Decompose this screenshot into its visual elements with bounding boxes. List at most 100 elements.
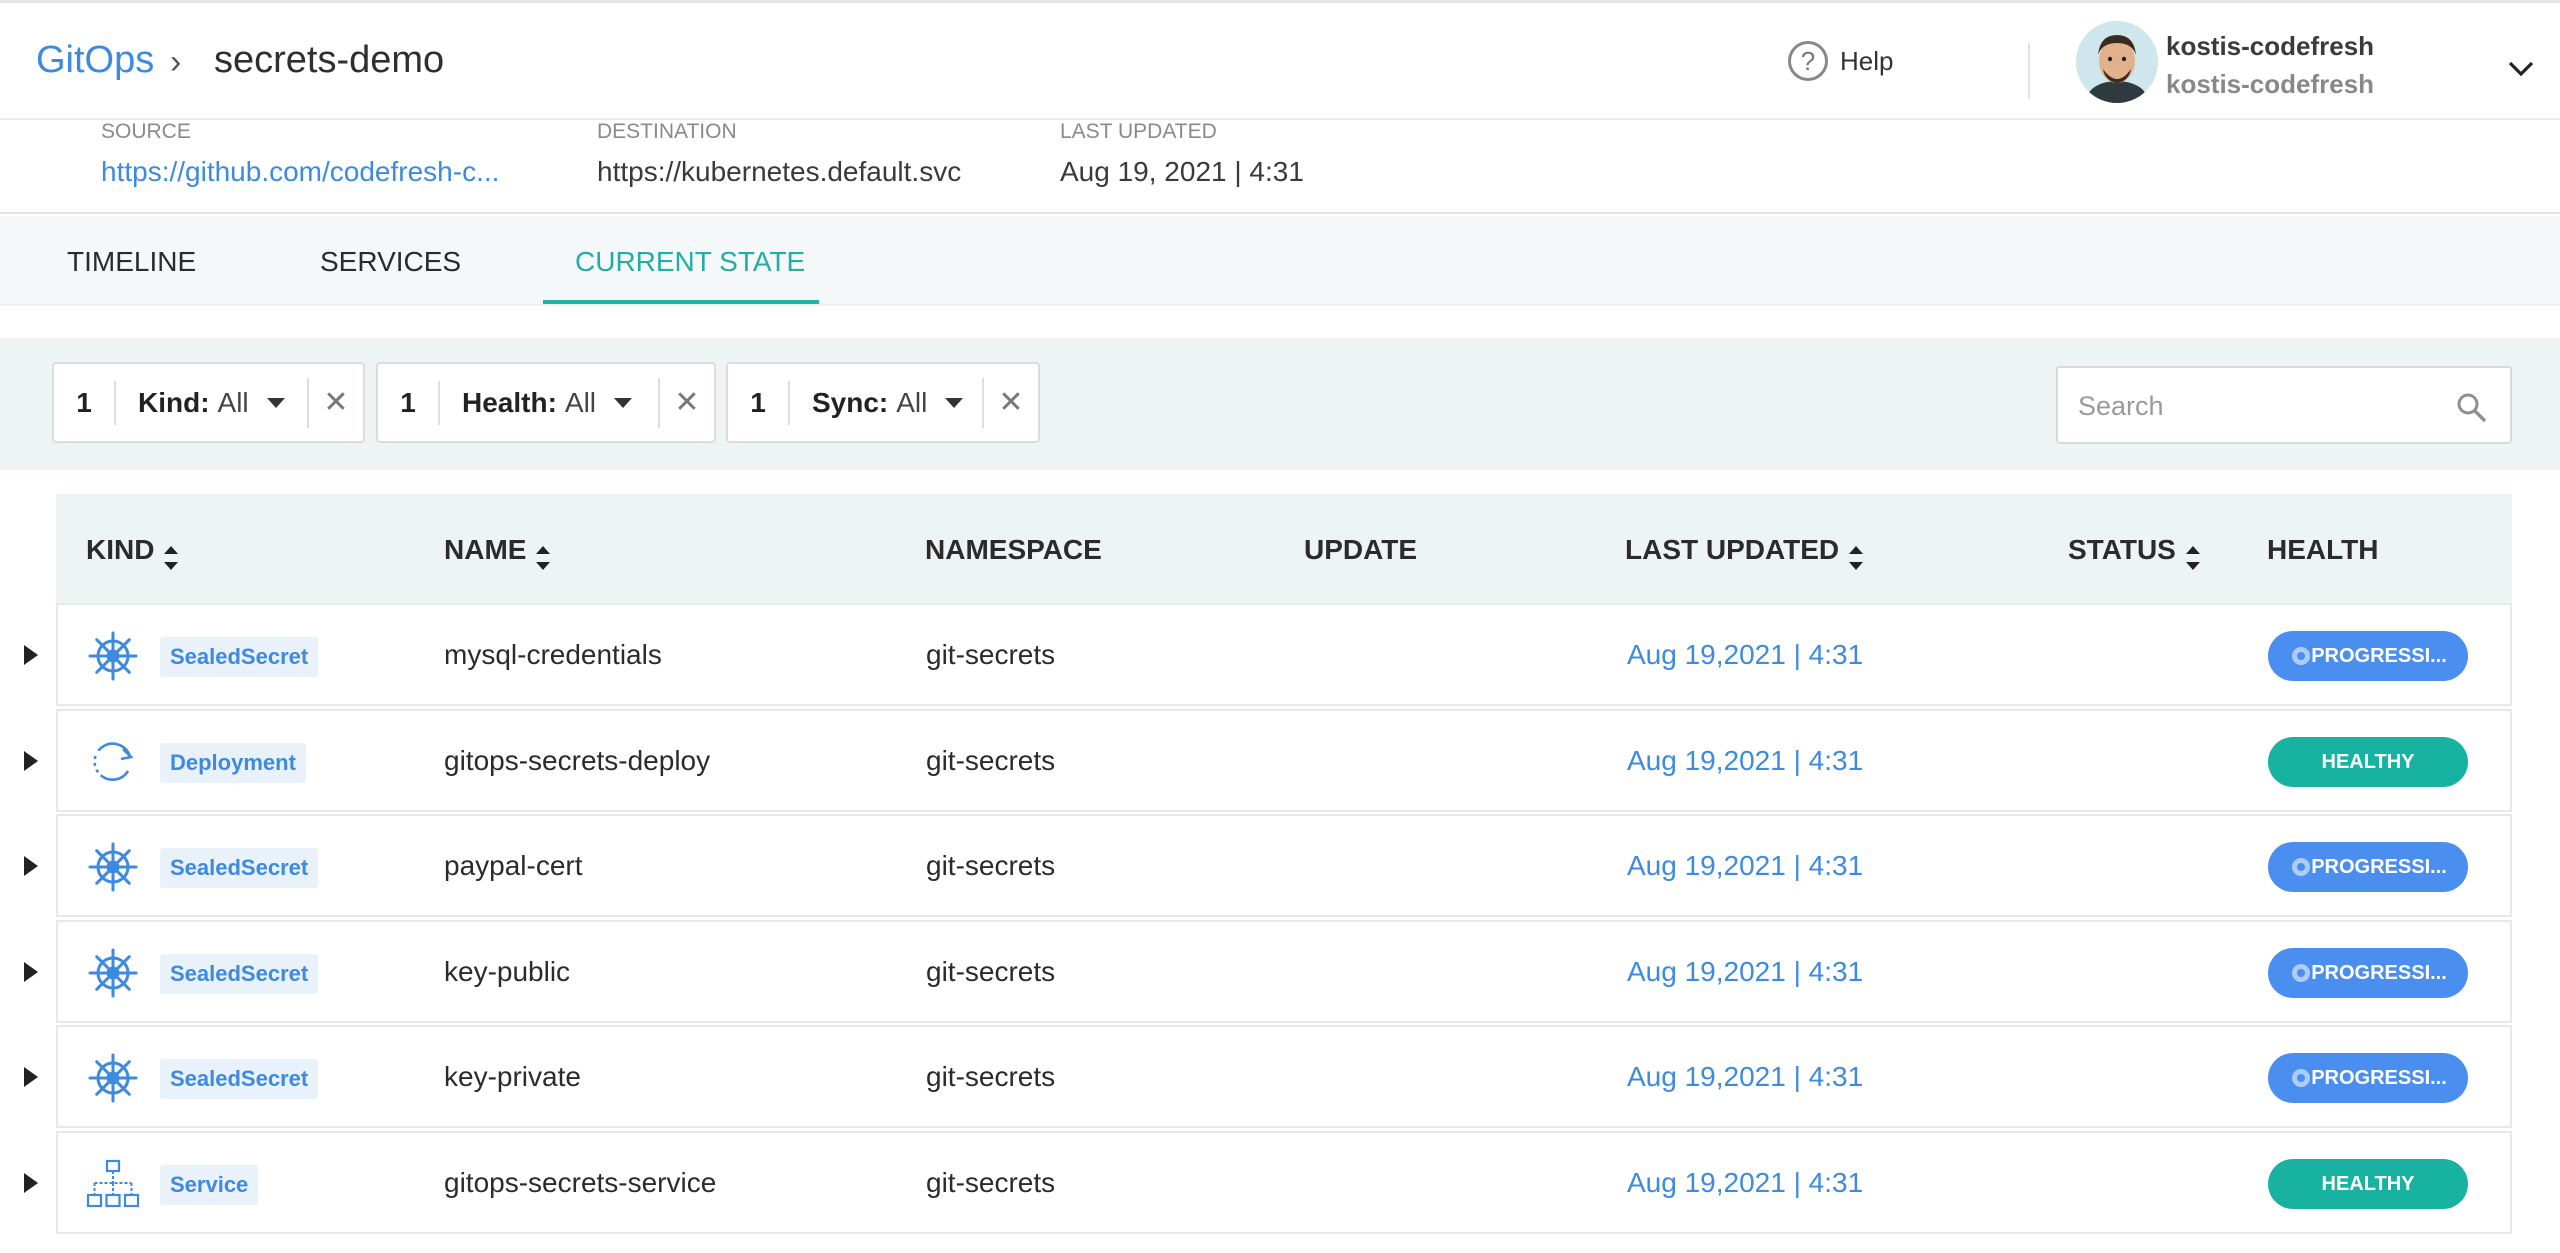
- avatar[interactable]: [2076, 21, 2158, 103]
- health-badge: PROGRESSI...: [2268, 1053, 2468, 1103]
- user-name[interactable]: kostis-codefresh: [2166, 31, 2374, 62]
- filter-health[interactable]: 1 Health: All ✕: [376, 362, 716, 443]
- table-row[interactable]: Service gitops-secrets-service git-secrets…: [24, 1131, 2512, 1234]
- progress-indicator-icon: [2292, 1069, 2310, 1087]
- progress-indicator-icon: [2292, 647, 2310, 665]
- help-button[interactable]: ? Help: [1788, 41, 1893, 81]
- kind-badge: SealedSecret: [160, 954, 319, 994]
- column-status-label: STATUS: [2068, 534, 2176, 565]
- resource-namespace: git-secrets: [926, 850, 1056, 881]
- close-icon[interactable]: ✕: [658, 378, 714, 428]
- filter-sync-count: 1: [728, 380, 790, 425]
- search-box: [2056, 366, 2512, 444]
- column-name[interactable]: NAME: [444, 534, 551, 570]
- health-label: PROGRESSI...: [2311, 645, 2447, 667]
- resource-last-updated-link[interactable]: Aug 19,2021 | 4:31: [1627, 1061, 1863, 1093]
- health-badge: PROGRESSI...: [2268, 842, 2468, 892]
- health-badge: PROGRESSI...: [2268, 948, 2468, 998]
- resource-namespace: git-secrets: [926, 956, 1056, 987]
- filter-health-label: Health:: [462, 386, 557, 418]
- column-last-updated[interactable]: LAST UPDATED: [1625, 534, 1864, 570]
- chevron-down-icon[interactable]: [2506, 53, 2536, 83]
- page-title: secrets-demo: [214, 39, 445, 81]
- table-row[interactable]: Deployment gitops-secrets-deploy git-secre…: [24, 709, 2512, 812]
- table-row[interactable]: SealedSecret mysql-credentials git-secrets…: [24, 603, 2512, 706]
- kind-badge: SealedSecret: [160, 1059, 319, 1099]
- close-icon[interactable]: ✕: [982, 378, 1038, 428]
- active-tab-indicator: [543, 300, 819, 304]
- column-kind[interactable]: KIND: [86, 534, 179, 570]
- expand-row-icon[interactable]: [24, 645, 38, 665]
- filter-kind[interactable]: 1 Kind: All ✕: [52, 362, 365, 443]
- destination-label: DESTINATION: [597, 120, 737, 143]
- column-update: UPDATE: [1304, 534, 1417, 566]
- kind-badge: Service: [160, 1165, 259, 1205]
- tab-timeline[interactable]: TIMELINE: [67, 246, 196, 278]
- resource-last-updated-link[interactable]: Aug 19,2021 | 4:31: [1627, 956, 1863, 988]
- resource-last-updated-link[interactable]: Aug 19,2021 | 4:31: [1627, 745, 1863, 777]
- helm-wheel-icon: [86, 629, 140, 683]
- filter-kind-count: 1: [54, 380, 116, 425]
- filter-kind-value: All: [217, 386, 249, 418]
- filter-kind-label: Kind:: [138, 386, 210, 418]
- expand-row-icon[interactable]: [24, 962, 38, 982]
- top-header: GitOps › secrets-demo ? Help kostis-code…: [0, 0, 2560, 120]
- sort-icon[interactable]: [2185, 546, 2200, 570]
- resource-name: gitops-secrets-deploy: [444, 745, 711, 776]
- app-info-bar: SOURCE https://github.com/codefresh-c...…: [0, 120, 2560, 214]
- kind-badge: Deployment: [160, 743, 306, 783]
- source-link[interactable]: https://github.com/codefresh-c...: [101, 156, 499, 188]
- helm-wheel-icon: [86, 840, 140, 894]
- search-input[interactable]: [2078, 386, 2438, 426]
- tab-services[interactable]: SERVICES: [320, 246, 461, 278]
- helm-wheel-icon: [86, 1051, 140, 1105]
- breadcrumb-separator: ›: [170, 43, 182, 81]
- table-row[interactable]: SealedSecret key-public git-secrets Aug 19,…: [24, 920, 2512, 1023]
- table-row[interactable]: SealedSecret key-private git-secrets Aug 19…: [24, 1025, 2512, 1128]
- sort-icon[interactable]: [164, 546, 179, 570]
- column-name-label: NAME: [444, 534, 527, 565]
- resource-namespace: git-secrets: [926, 1061, 1056, 1092]
- column-status[interactable]: STATUS: [2068, 534, 2200, 570]
- filter-sync[interactable]: 1 Sync: All ✕: [726, 362, 1040, 443]
- filter-sync-label: Sync:: [812, 386, 889, 418]
- caret-down-icon[interactable]: [614, 397, 633, 408]
- resource-name: key-public: [444, 956, 571, 987]
- kind-badge: SealedSecret: [160, 848, 319, 888]
- resource-name: paypal-cert: [444, 850, 583, 881]
- column-last-updated-label: LAST UPDATED: [1625, 534, 1840, 565]
- resource-last-updated-link[interactable]: Aug 19,2021 | 4:31: [1627, 850, 1863, 882]
- search-icon[interactable]: [2454, 390, 2488, 424]
- table-header: KIND NAME NAMESPACE UPDATE LAST UPDATED …: [56, 494, 2512, 604]
- health-label: HEALTHY: [2321, 1173, 2415, 1195]
- expand-row-icon[interactable]: [24, 751, 38, 771]
- filter-bar: 1 Kind: All ✕ 1 Health: All ✕ 1 Sync: Al…: [0, 338, 2560, 470]
- filter-health-count: 1: [378, 380, 440, 425]
- health-label: PROGRESSI...: [2311, 962, 2447, 984]
- column-namespace: NAMESPACE: [925, 534, 1102, 566]
- caret-down-icon[interactable]: [945, 397, 964, 408]
- resource-last-updated-link[interactable]: Aug 19,2021 | 4:31: [1627, 639, 1863, 671]
- resource-last-updated-link[interactable]: Aug 19,2021 | 4:31: [1627, 1167, 1863, 1199]
- last-updated-value: Aug 19, 2021 | 4:31: [1060, 156, 1304, 187]
- breadcrumb-gitops-link[interactable]: GitOps: [36, 39, 154, 82]
- sort-icon[interactable]: [1849, 546, 1864, 570]
- caret-down-icon[interactable]: [266, 397, 285, 408]
- column-namespace-label: NAMESPACE: [925, 534, 1102, 565]
- health-badge: PROGRESSI...: [2268, 631, 2468, 681]
- health-label: HEALTHY: [2321, 751, 2415, 773]
- deployment-icon: [86, 735, 140, 789]
- tab-current-state[interactable]: CURRENT STATE: [575, 246, 805, 278]
- destination-value: https://kubernetes.default.svc: [597, 156, 962, 187]
- close-icon[interactable]: ✕: [307, 378, 363, 428]
- last-updated-label: LAST UPDATED: [1060, 120, 1217, 143]
- health-badge: HEALTHY: [2268, 737, 2468, 787]
- expand-row-icon[interactable]: [24, 1173, 38, 1193]
- table-row[interactable]: SealedSecret paypal-cert git-secrets Aug 19…: [24, 814, 2512, 917]
- expand-row-icon[interactable]: [24, 1067, 38, 1087]
- filter-health-value: All: [564, 386, 597, 418]
- sort-icon[interactable]: [536, 546, 551, 570]
- health-label: PROGRESSI...: [2311, 1067, 2447, 1089]
- expand-row-icon[interactable]: [24, 856, 38, 876]
- service-icon: [86, 1157, 140, 1211]
